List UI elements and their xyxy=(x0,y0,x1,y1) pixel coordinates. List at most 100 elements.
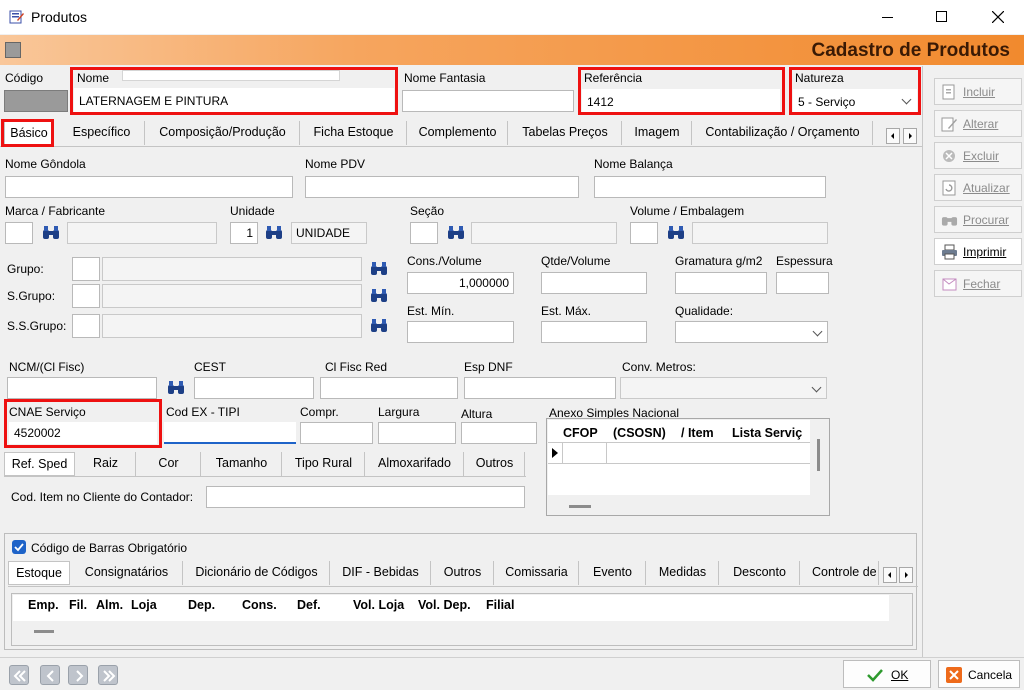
ssgrupo-label: S.S.Grupo: xyxy=(7,319,67,333)
cest-input[interactable] xyxy=(194,377,314,399)
cnae-input[interactable]: 4520002 xyxy=(9,422,157,444)
nome-input[interactable]: LATERNAGEM E PINTURA xyxy=(74,88,394,112)
subtab-raiz[interactable]: Raiz xyxy=(76,452,136,476)
lower-tab-medidas[interactable]: Medidas xyxy=(647,561,719,585)
ssgrupo-code-input[interactable] xyxy=(72,314,100,338)
largura-input[interactable] xyxy=(378,422,456,444)
atualizar-button[interactable]: Atualizar xyxy=(934,174,1022,201)
anexo-hscroll[interactable] xyxy=(569,505,591,508)
incluir-button[interactable]: Incluir xyxy=(934,78,1022,105)
volume-search-icon[interactable] xyxy=(667,225,685,241)
cod-item-input[interactable] xyxy=(206,486,525,508)
anexo-vscroll[interactable] xyxy=(817,439,820,471)
volume-code-input[interactable] xyxy=(630,222,658,244)
ncm-search-icon[interactable] xyxy=(167,380,185,396)
last-record-button[interactable] xyxy=(98,665,118,685)
secao-search-icon[interactable] xyxy=(447,225,465,241)
est-max-input[interactable] xyxy=(541,321,647,343)
grupo-search-icon[interactable] xyxy=(370,261,388,277)
conv-metros-select[interactable] xyxy=(620,377,827,399)
maximize-button[interactable] xyxy=(925,4,959,30)
lower-tab-dicionario[interactable]: Dicionário de Códigos xyxy=(184,561,330,585)
lower-tab-consignatarios[interactable]: Consignatários xyxy=(71,561,183,585)
marca-code-input[interactable] xyxy=(5,222,33,244)
excluir-button[interactable]: Excluir xyxy=(934,142,1022,169)
cod-ex-input[interactable] xyxy=(164,422,296,444)
lower-tab-dif-bebidas[interactable]: DIF - Bebidas xyxy=(331,561,431,585)
lower-tab-estoque[interactable]: Estoque xyxy=(8,561,70,585)
imprimir-button[interactable]: Imprimir xyxy=(934,238,1022,265)
tab-scroll-left-button[interactable] xyxy=(886,128,900,144)
altura-input[interactable] xyxy=(461,422,537,444)
nome-label: Nome xyxy=(77,71,110,85)
lower-tab-desconto[interactable]: Desconto xyxy=(720,561,800,585)
subtab-tamanho[interactable]: Tamanho xyxy=(202,452,282,476)
compr-input[interactable] xyxy=(300,422,373,444)
unidade-code-input[interactable]: 1 xyxy=(230,222,258,244)
ssgrupo-search-icon[interactable] xyxy=(370,318,388,334)
incluir-label: Incluir xyxy=(963,85,996,99)
grupo-code-input[interactable] xyxy=(72,257,100,281)
lower-tab-scroll-left-button[interactable] xyxy=(883,567,897,583)
barcode-checkbox[interactable] xyxy=(12,540,26,554)
qualidade-select[interactable] xyxy=(675,321,828,343)
tab-tabelas-precos[interactable]: Tabelas Preços xyxy=(509,121,622,145)
lower-tab-outros[interactable]: Outros xyxy=(432,561,494,585)
natureza-select[interactable]: 5 - Serviço xyxy=(793,89,917,113)
close-window-button[interactable] xyxy=(981,4,1015,30)
marca-search-icon[interactable] xyxy=(42,225,60,241)
nome-pdv-input[interactable] xyxy=(305,176,579,198)
secao-desc-field xyxy=(471,222,617,244)
alterar-button[interactable]: Alterar xyxy=(934,110,1022,137)
tab-scroll-right-button[interactable] xyxy=(903,128,917,144)
subtab-ref-sped[interactable]: Ref. Sped xyxy=(4,452,75,476)
sgrupo-code-input[interactable] xyxy=(72,284,100,308)
add-document-icon xyxy=(942,84,955,100)
ncm-input[interactable] xyxy=(7,377,157,399)
subtab-cor[interactable]: Cor xyxy=(137,452,201,476)
anexo-grid[interactable]: CFOP (CSOSN) / Item Lista Serviç xyxy=(546,418,830,516)
espessura-input[interactable] xyxy=(776,272,829,294)
nome-gondola-input[interactable] xyxy=(5,176,293,198)
subtab-tipo-rural[interactable]: Tipo Rural xyxy=(283,452,365,476)
ok-button[interactable]: OK xyxy=(843,660,931,688)
title-bar: Produtos xyxy=(0,0,1024,34)
lower-tab-scroll-right-button[interactable] xyxy=(899,567,913,583)
minimize-button[interactable] xyxy=(871,4,905,30)
unidade-search-icon[interactable] xyxy=(265,225,283,241)
qtde-volume-input[interactable] xyxy=(541,272,647,294)
tab-especifico[interactable]: Específico xyxy=(59,121,145,145)
lower-tab-controle[interactable]: Controle de xyxy=(801,561,879,585)
fechar-side-button[interactable]: Fechar xyxy=(934,270,1022,297)
estoque-col-emp: Emp. xyxy=(28,598,59,612)
cl-fisc-red-input[interactable] xyxy=(320,377,458,399)
tab-complemento[interactable]: Complemento xyxy=(408,121,508,145)
tab-ficha-estoque[interactable]: Ficha Estoque xyxy=(301,121,407,145)
codigo-field[interactable] xyxy=(4,90,68,112)
subtab-almoxarifado[interactable]: Almoxarifado xyxy=(366,452,464,476)
secao-code-input[interactable] xyxy=(410,222,438,244)
next-record-button[interactable] xyxy=(68,665,88,685)
lower-tab-evento[interactable]: Evento xyxy=(580,561,646,585)
estoque-hscroll[interactable] xyxy=(34,630,54,633)
tool-icon xyxy=(5,42,21,58)
tab-imagem[interactable]: Imagem xyxy=(623,121,692,145)
gramatura-input[interactable] xyxy=(675,272,767,294)
referencia-input[interactable]: 1412 xyxy=(582,89,780,113)
lower-tab-comissaria[interactable]: Comissaria xyxy=(495,561,579,585)
sgrupo-search-icon[interactable] xyxy=(370,288,388,304)
subtab-outros[interactable]: Outros xyxy=(465,452,525,476)
prev-record-button[interactable] xyxy=(40,665,60,685)
first-record-button[interactable] xyxy=(9,665,29,685)
nome-fantasia-input[interactable] xyxy=(402,90,574,112)
estoque-grid[interactable]: Emp. Fil. Alm. Loja Dep. Cons. Def. Vol.… xyxy=(11,593,913,646)
tab-contabilizacao[interactable]: Contabilização / Orçamento xyxy=(693,121,873,145)
est-min-input[interactable] xyxy=(407,321,514,343)
procurar-button[interactable]: Procurar xyxy=(934,206,1022,233)
tab-composicao[interactable]: Composição/Produção xyxy=(146,121,300,145)
cons-volume-input[interactable]: 1,000000 xyxy=(407,272,514,294)
nome-balanca-input[interactable] xyxy=(594,176,826,198)
esp-dnf-input[interactable] xyxy=(464,377,616,399)
cancel-button[interactable]: Cancela xyxy=(938,660,1020,688)
tab-basico[interactable]: Básico xyxy=(4,121,54,145)
